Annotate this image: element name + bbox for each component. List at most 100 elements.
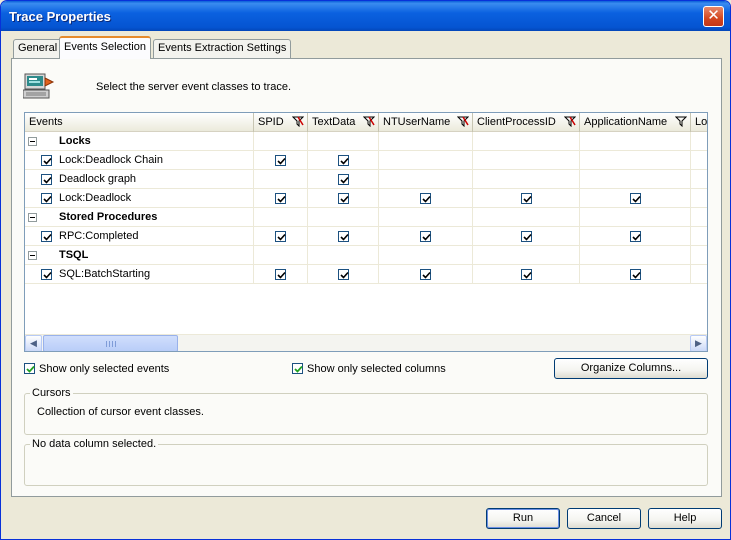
cursors-groupbox: Cursors Collection of cursor event class… xyxy=(24,387,708,435)
event-group-row[interactable]: Locks xyxy=(25,132,707,151)
column-checkbox[interactable] xyxy=(338,231,349,242)
cell-divider xyxy=(307,170,308,189)
column-checkbox[interactable] xyxy=(338,193,349,204)
column-checkbox[interactable] xyxy=(338,174,349,185)
event-row[interactable]: Deadlock graph xyxy=(25,170,707,189)
cell-divider xyxy=(307,132,308,151)
show-selected-columns-option[interactable]: Show only selected columns xyxy=(292,363,446,375)
event-group-row[interactable]: Stored Procedures xyxy=(25,208,707,227)
column-checkbox[interactable] xyxy=(521,269,532,280)
cell-divider xyxy=(690,246,691,265)
event-checkbox[interactable] xyxy=(41,231,52,242)
cell-divider xyxy=(307,208,308,227)
filter-icon[interactable] xyxy=(363,116,375,127)
filter-icon[interactable] xyxy=(675,116,687,127)
tab-label: Events Selection xyxy=(64,41,146,53)
column-checkbox[interactable] xyxy=(275,231,286,242)
cursors-description: Collection of cursor event classes. xyxy=(37,406,204,418)
scroll-right-icon[interactable]: ▶ xyxy=(690,335,707,351)
title-bar: Trace Properties xyxy=(1,1,730,31)
run-button[interactable]: Run xyxy=(486,508,560,529)
scroll-thumb[interactable] xyxy=(43,335,178,351)
column-checkbox[interactable] xyxy=(275,269,286,280)
column-checkbox[interactable] xyxy=(630,231,641,242)
cell-divider xyxy=(253,227,254,246)
scroll-left-icon[interactable]: ◀ xyxy=(25,335,42,351)
collapse-icon[interactable] xyxy=(28,137,37,146)
event-row[interactable]: Lock:Deadlock xyxy=(25,189,707,208)
show-selected-columns-checkbox[interactable] xyxy=(292,363,303,374)
event-name: RPC:Completed xyxy=(59,230,139,242)
column-header-events[interactable]: Events xyxy=(25,113,254,132)
cell-divider xyxy=(472,265,473,284)
event-group-label: Stored Procedures xyxy=(59,211,158,223)
event-row[interactable]: Lock:Deadlock Chain xyxy=(25,151,707,170)
column-checkbox[interactable] xyxy=(275,193,286,204)
events-grid[interactable]: Events SPID TextData NTUserName ClientPr… xyxy=(24,112,708,352)
cell-divider xyxy=(579,189,580,208)
cell-divider xyxy=(378,246,379,265)
cell-divider xyxy=(307,151,308,170)
column-header-lo[interactable]: Lo xyxy=(691,113,707,132)
cell-divider xyxy=(253,265,254,284)
close-icon[interactable]: ✕ xyxy=(703,6,724,27)
collapse-icon[interactable] xyxy=(28,213,37,222)
column-checkbox[interactable] xyxy=(420,193,431,204)
tab-events-extraction-settings[interactable]: Events Extraction Settings xyxy=(153,39,292,58)
cell-divider xyxy=(579,265,580,284)
cursors-title: Cursors xyxy=(30,387,73,399)
cell-divider xyxy=(472,151,473,170)
column-checkbox[interactable] xyxy=(521,231,532,242)
column-header-clientprocessid[interactable]: ClientProcessID xyxy=(473,113,580,132)
cell-divider xyxy=(472,170,473,189)
event-group-row[interactable]: TSQL xyxy=(25,246,707,265)
filter-icon[interactable] xyxy=(564,116,576,127)
column-checkbox[interactable] xyxy=(275,155,286,166)
cell-divider xyxy=(378,151,379,170)
column-header-label: ApplicationName xyxy=(584,116,668,128)
show-selected-columns-label: Show only selected columns xyxy=(307,363,446,375)
tab-general[interactable]: General xyxy=(13,39,63,58)
tab-events-selection[interactable]: Events Selection xyxy=(59,36,151,59)
cell-divider xyxy=(472,227,473,246)
event-checkbox[interactable] xyxy=(41,174,52,185)
column-checkbox[interactable] xyxy=(338,155,349,166)
column-header-spid[interactable]: SPID xyxy=(254,113,308,132)
column-checkbox[interactable] xyxy=(521,193,532,204)
cell-divider xyxy=(579,132,580,151)
event-checkbox[interactable] xyxy=(41,155,52,166)
column-header-applicationname[interactable]: ApplicationName xyxy=(580,113,691,132)
cell-divider xyxy=(307,189,308,208)
filter-icon[interactable] xyxy=(292,116,304,127)
event-name: Lock:Deadlock xyxy=(59,192,132,204)
show-selected-events-option[interactable]: Show only selected events xyxy=(24,363,169,375)
column-checkbox[interactable] xyxy=(630,269,641,280)
column-header-label: TextData xyxy=(312,116,356,128)
event-row[interactable]: SQL:BatchStarting xyxy=(25,265,707,284)
filter-icon[interactable] xyxy=(457,116,469,127)
window-title: Trace Properties xyxy=(9,9,111,24)
organize-columns-button[interactable]: Organize Columns... xyxy=(554,358,708,379)
collapse-icon[interactable] xyxy=(28,251,37,260)
column-checkbox[interactable] xyxy=(420,269,431,280)
event-group-label: Locks xyxy=(59,135,91,147)
column-header-textdata[interactable]: TextData xyxy=(308,113,379,132)
cell-divider xyxy=(472,246,473,265)
cell-divider xyxy=(579,170,580,189)
event-checkbox[interactable] xyxy=(41,193,52,204)
column-checkbox[interactable] xyxy=(630,193,641,204)
cell-divider xyxy=(472,132,473,151)
cell-divider xyxy=(378,170,379,189)
horizontal-scrollbar[interactable]: ◀ ▶ xyxy=(25,334,707,351)
cell-divider xyxy=(253,170,254,189)
cell-divider xyxy=(472,189,473,208)
event-row[interactable]: RPC:Completed xyxy=(25,227,707,246)
cell-divider xyxy=(690,227,691,246)
cancel-button[interactable]: Cancel xyxy=(567,508,641,529)
help-button[interactable]: Help xyxy=(648,508,722,529)
column-checkbox[interactable] xyxy=(338,269,349,280)
column-header-ntusername[interactable]: NTUserName xyxy=(379,113,473,132)
column-checkbox[interactable] xyxy=(420,231,431,242)
show-selected-events-checkbox[interactable] xyxy=(24,363,35,374)
event-checkbox[interactable] xyxy=(41,269,52,280)
